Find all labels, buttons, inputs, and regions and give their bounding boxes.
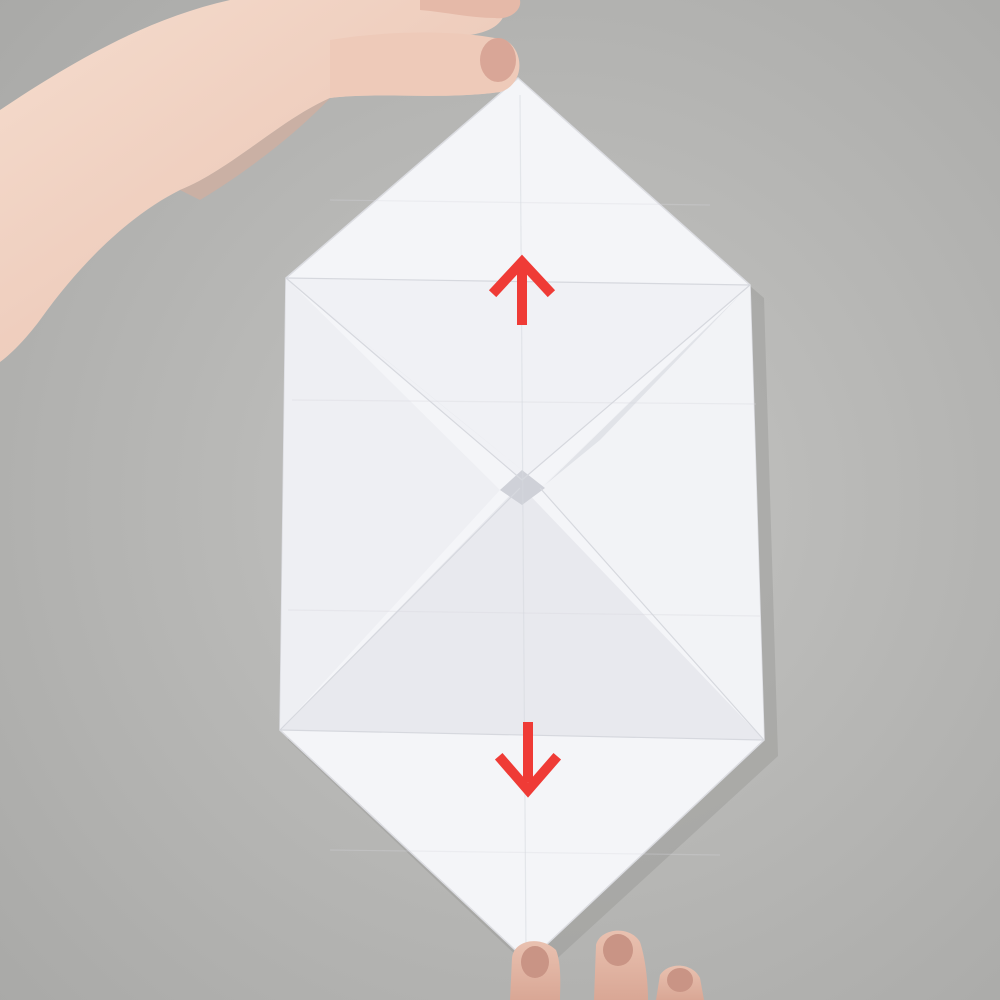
origami-photo [0,0,1000,1000]
fingernail-1 [521,946,549,978]
fingernail-3 [667,968,693,992]
fingernail-2 [603,934,633,966]
thumbnail [480,38,516,82]
